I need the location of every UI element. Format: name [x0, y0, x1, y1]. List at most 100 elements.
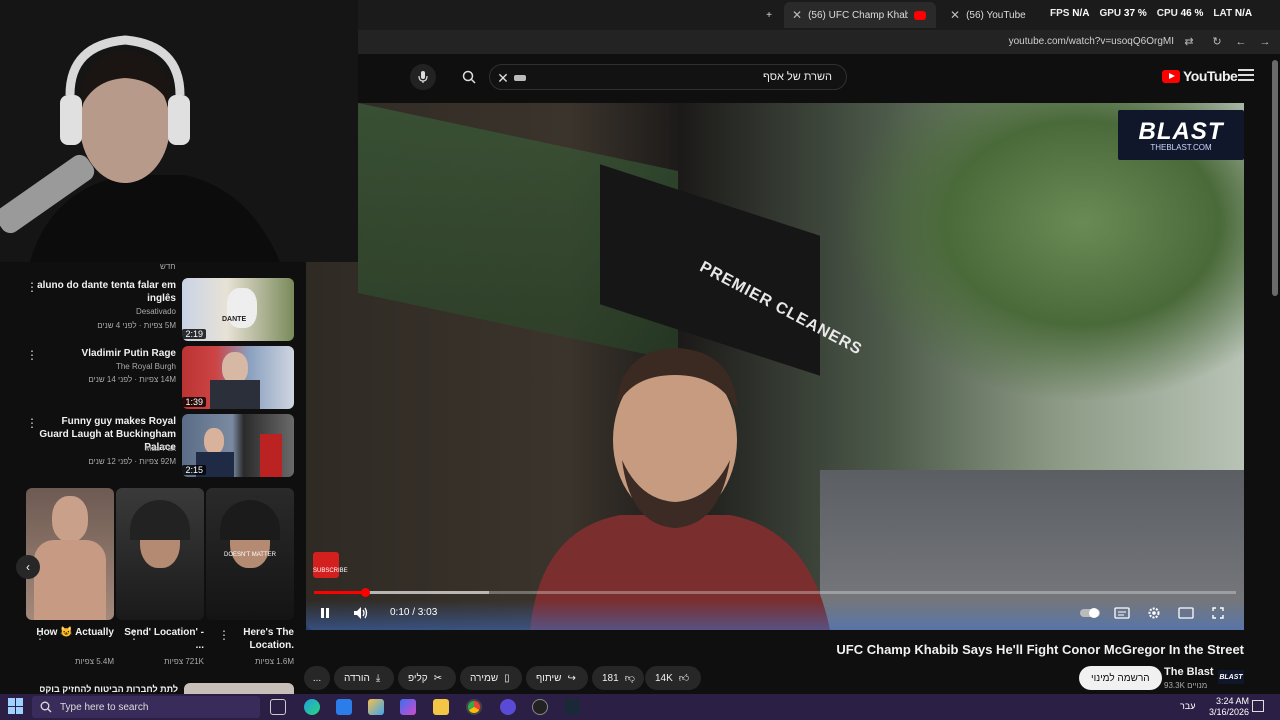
settings-button[interactable]	[1143, 603, 1165, 623]
back-icon[interactable]: ←	[1234, 35, 1248, 49]
save-button[interactable]: שמירה ▯	[460, 666, 522, 690]
dislike-button[interactable]: 181 👎︎	[592, 666, 644, 690]
url-field[interactable]: youtube.com/watch?v=usoqQ6OrgMI	[1009, 36, 1174, 47]
short-thumbnail[interactable]	[116, 488, 204, 620]
channel-avatar[interactable]: BLAST	[1218, 670, 1244, 684]
progress-scrubber[interactable]	[360, 588, 370, 597]
voice-search-button[interactable]	[410, 64, 436, 90]
bookmark-icon: ▯	[504, 672, 510, 684]
shorts-previous-button[interactable]: ‹	[16, 555, 40, 579]
chrome-icon[interactable]	[466, 699, 482, 715]
video-meta: 92M צפיות · לפני 12 שנים	[88, 457, 176, 466]
partial-video-title[interactable]: לתת לחברות הביטוח להחזיק בוקס?	[40, 684, 178, 694]
stat-cpu: CPU 46 %	[1156, 8, 1204, 19]
channel-name[interactable]: Mas Pak	[145, 444, 176, 453]
language-indicator[interactable]: עבר	[1180, 701, 1195, 711]
reload-icon[interactable]: ↻	[1210, 35, 1224, 49]
more-icon[interactable]: ⋮	[26, 416, 38, 430]
list-item[interactable]: DANTE 2:19 aluno do dante tenta falar em…	[24, 278, 294, 342]
chevron-left-icon: ‹	[26, 560, 30, 574]
theater-button[interactable]	[1175, 603, 1197, 623]
short-title[interactable]: How 😺 Actually	[34, 626, 114, 639]
stat-fps: FPS N/A	[1050, 8, 1090, 19]
windows-start-icon[interactable]	[8, 698, 24, 714]
more-icon[interactable]: ⋮	[26, 348, 38, 362]
edge-icon[interactable]	[304, 699, 320, 715]
store-icon[interactable]	[336, 699, 352, 715]
video-title: UFC Champ Khabib Says He'll Fight Conor …	[836, 642, 1244, 657]
pause-icon	[321, 608, 329, 618]
file-explorer-icon[interactable]	[433, 699, 449, 715]
tab-youtube[interactable]: ✕ (56) YouTube	[942, 2, 1042, 28]
office-icon[interactable]	[400, 699, 416, 715]
progress-played	[314, 591, 365, 594]
obs-icon[interactable]	[532, 699, 548, 715]
duration-badge: 2:19	[182, 329, 206, 339]
video-title[interactable]: aluno do dante tenta falar em inglês	[36, 279, 176, 305]
clear-search-icon[interactable]: ✕	[494, 69, 512, 87]
volume-button[interactable]	[350, 603, 372, 623]
more-icon[interactable]: ⋮	[34, 628, 46, 642]
channel-name[interactable]: The Royal Burgh	[116, 362, 176, 371]
video-meta: 14M צפיות · לפני 14 שנים	[88, 375, 176, 384]
tab-label: (56) UFC Champ Khabib Says	[808, 9, 909, 21]
tab-active[interactable]: ✕ (56) UFC Champ Khabib Says	[784, 2, 936, 28]
more-icon[interactable]: ⋮	[128, 628, 140, 642]
clip-button[interactable]: קליפ ✂	[398, 666, 456, 690]
youtube-logo[interactable]: YouTube	[1162, 68, 1238, 84]
search-icon	[462, 70, 476, 84]
subscribe-button[interactable]: הרשמה למינוי	[1079, 666, 1162, 690]
more-actions-button[interactable]: ...	[304, 666, 330, 690]
more-icon[interactable]: ⋮	[218, 628, 230, 642]
partial-video-thumbnail[interactable]	[184, 683, 294, 694]
subscribe-badge: SUBSCRIBE	[313, 552, 348, 578]
scissors-icon: ✂	[433, 672, 443, 684]
short-thumbnail[interactable]: DOESN'T MATTER	[206, 488, 294, 620]
close-icon[interactable]: ✕	[792, 8, 802, 22]
notification-icon[interactable]	[1252, 700, 1264, 712]
video-title[interactable]: Vladimir Putin Rage	[36, 347, 176, 360]
new-tab-button[interactable]: +	[762, 2, 776, 28]
share-button[interactable]: שיתוף ↪	[526, 666, 588, 690]
fullscreen-icon	[1212, 607, 1224, 619]
short-thumbnail[interactable]	[26, 488, 114, 620]
page-scrollbar[interactable]	[1272, 60, 1278, 296]
forward-icon[interactable]: →	[1258, 35, 1272, 49]
search-icon	[40, 701, 52, 713]
search-input[interactable]: ✕ השרת של אסף	[489, 64, 847, 90]
steam-icon[interactable]	[564, 699, 580, 715]
clock-date[interactable]: 3/16/2026	[1201, 707, 1249, 717]
channel-name[interactable]: Desativado	[136, 307, 176, 316]
short-views: 1.6M צפיות	[255, 657, 294, 666]
search-button[interactable]	[455, 64, 483, 90]
clock-time[interactable]: 3:24 AM	[1209, 696, 1249, 706]
channel-subscribers: 93.3K מנויים	[1164, 681, 1208, 690]
time-display: 0:10 / 3:03	[390, 607, 438, 618]
keyboard-icon[interactable]	[514, 75, 526, 81]
thumbs-down-icon: 👎︎	[624, 673, 635, 684]
discord-icon[interactable]	[500, 699, 516, 715]
task-view-icon[interactable]	[270, 699, 286, 715]
taskbar-search[interactable]: Type here to search	[32, 696, 260, 718]
translate-icon[interactable]: ⇄	[1182, 35, 1196, 49]
download-button[interactable]: הורדה ⤓	[334, 666, 394, 690]
performance-overlay: FPS N/A GPU 37 % CPU 46 % LAT N/A	[1050, 8, 1252, 19]
more-icon: ...	[312, 672, 322, 684]
copilot-icon[interactable]	[368, 699, 384, 715]
pause-button[interactable]	[314, 603, 336, 623]
more-icon[interactable]: ⋮	[26, 280, 38, 294]
search-value: השרת של אסף	[763, 71, 832, 83]
video-meta: 5M צפיות · לפני 4 שנים	[97, 321, 176, 330]
close-icon[interactable]: ✕	[950, 8, 960, 22]
like-button[interactable]: 14K 👍︎	[645, 666, 701, 690]
captions-icon	[1114, 607, 1130, 619]
new-badge: חדש	[160, 262, 176, 271]
channel-name[interactable]: The Blast	[1164, 666, 1214, 678]
list-item[interactable]: 2:15 Funny guy makes Royal Guard Laugh a…	[24, 414, 294, 478]
list-item[interactable]: 1:39 Vladimir Putin Rage The Royal Burgh…	[24, 346, 294, 410]
short-views: 721K צפיות	[164, 657, 204, 666]
autoplay-toggle[interactable]	[1078, 603, 1102, 623]
menu-icon[interactable]	[1238, 69, 1254, 83]
captions-button[interactable]	[1111, 603, 1133, 623]
fullscreen-button[interactable]	[1207, 603, 1229, 623]
